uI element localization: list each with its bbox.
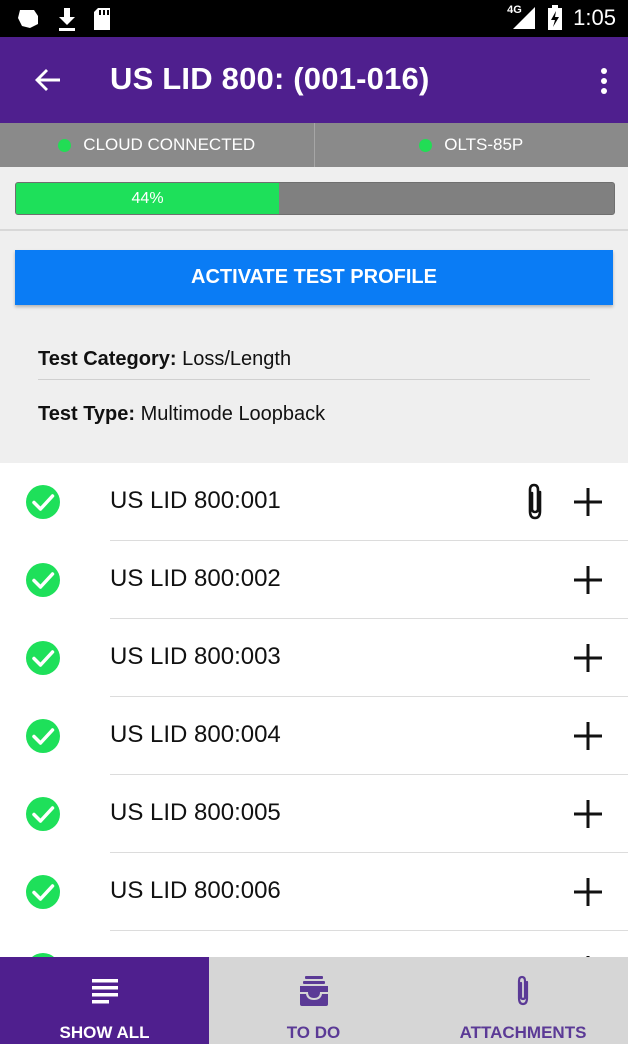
- add-icon[interactable]: [572, 486, 604, 518]
- signal-icon: [513, 7, 536, 29]
- check-circle-icon: [26, 797, 60, 831]
- status-bar: 4G 1:05: [0, 0, 628, 37]
- nav-attachments[interactable]: ATTACHMENTS: [418, 957, 628, 1044]
- add-icon[interactable]: [572, 876, 604, 908]
- progress-bar: 44%: [15, 182, 615, 215]
- device-status-label: OLTS-85P: [444, 135, 524, 154]
- more-vert-icon[interactable]: [594, 65, 614, 97]
- download-icon: [59, 8, 75, 31]
- add-icon[interactable]: [572, 642, 604, 674]
- add-icon[interactable]: [572, 798, 604, 830]
- test-category: Test Category: Loss/Length: [38, 345, 590, 377]
- check-circle-icon: [26, 563, 60, 597]
- cloud-status-label: CLOUD CONNECTED: [83, 135, 256, 154]
- list-item-label: US LID 800:001: [110, 487, 281, 514]
- list-item[interactable]: US LID 800:005: [0, 775, 628, 853]
- paperclip-icon[interactable]: [522, 482, 548, 522]
- inbox-icon: [299, 976, 328, 1006]
- bottom-navigation: SHOW ALL TO DO ATTACHMENTS: [0, 957, 628, 1044]
- test-item-list: US LID 800:001 US LID 800:002 US LID 800:0…: [0, 463, 628, 957]
- list-item-label: US LID 800:004: [110, 721, 281, 748]
- list-item[interactable]: US LID 800:002: [0, 541, 628, 619]
- device-status-dot: [419, 138, 433, 152]
- progress-section: 44%: [0, 167, 628, 231]
- battery-charging-icon: [548, 5, 563, 30]
- list-item[interactable]: [0, 931, 628, 957]
- device-status: OLTS-85P: [315, 123, 628, 167]
- add-icon[interactable]: [572, 720, 604, 752]
- list-item[interactable]: US LID 800:004: [0, 697, 628, 775]
- activate-test-profile-button[interactable]: ACTIVATE TEST PROFILE: [15, 250, 613, 305]
- nav-show-all[interactable]: SHOW ALL: [0, 957, 209, 1044]
- check-circle-icon: [26, 641, 60, 675]
- nav-todo-label: TO DO: [286, 1023, 341, 1042]
- test-type: Test Type: Multimode Loopback: [38, 400, 590, 432]
- list-item-label: US LID 800:005: [110, 799, 281, 826]
- progress-label: 44%: [131, 190, 164, 207]
- test-category-label: Test Category:: [38, 348, 177, 370]
- check-circle-icon: [26, 719, 60, 753]
- sd-card-icon: [94, 8, 110, 30]
- test-type-value: Multimode Loopback: [140, 403, 326, 425]
- paperclip-icon: [517, 975, 529, 1006]
- add-icon[interactable]: [572, 564, 604, 596]
- check-circle-icon: [26, 485, 60, 519]
- connection-bar: CLOUD CONNECTED OLTS-85P: [0, 123, 628, 167]
- clock: 1:05: [573, 5, 616, 30]
- list-item[interactable]: US LID 800:006: [0, 853, 628, 931]
- test-type-label: Test Type:: [38, 403, 136, 425]
- nav-attachments-label: ATTACHMENTS: [459, 1023, 587, 1042]
- divider: [38, 379, 590, 380]
- nav-todo[interactable]: TO DO: [209, 957, 418, 1044]
- back-arrow-icon[interactable]: [32, 64, 64, 96]
- test-info: Test Category: Loss/Length Test Type: Mu…: [38, 345, 590, 432]
- app-bar: US LID 800: (001-016): [0, 37, 628, 123]
- cloud-status: CLOUD CONNECTED: [0, 123, 315, 167]
- nav-show-all-label: SHOW ALL: [59, 1023, 150, 1042]
- list-item-label: US LID 800:002: [110, 565, 281, 592]
- page-title: US LID 800: (001-016): [110, 61, 430, 96]
- list-item-label: US LID 800:003: [110, 643, 281, 670]
- cloud-status-dot: [58, 138, 72, 152]
- check-circle-icon: [26, 875, 60, 909]
- list-item[interactable]: US LID 800:001: [0, 463, 628, 541]
- list-item-label: US LID 800:006: [110, 877, 281, 904]
- list-icon: [91, 979, 118, 1004]
- test-category-value: Loss/Length: [182, 348, 292, 370]
- list-item[interactable]: US LID 800:003: [0, 619, 628, 697]
- notification-icon: [18, 10, 38, 28]
